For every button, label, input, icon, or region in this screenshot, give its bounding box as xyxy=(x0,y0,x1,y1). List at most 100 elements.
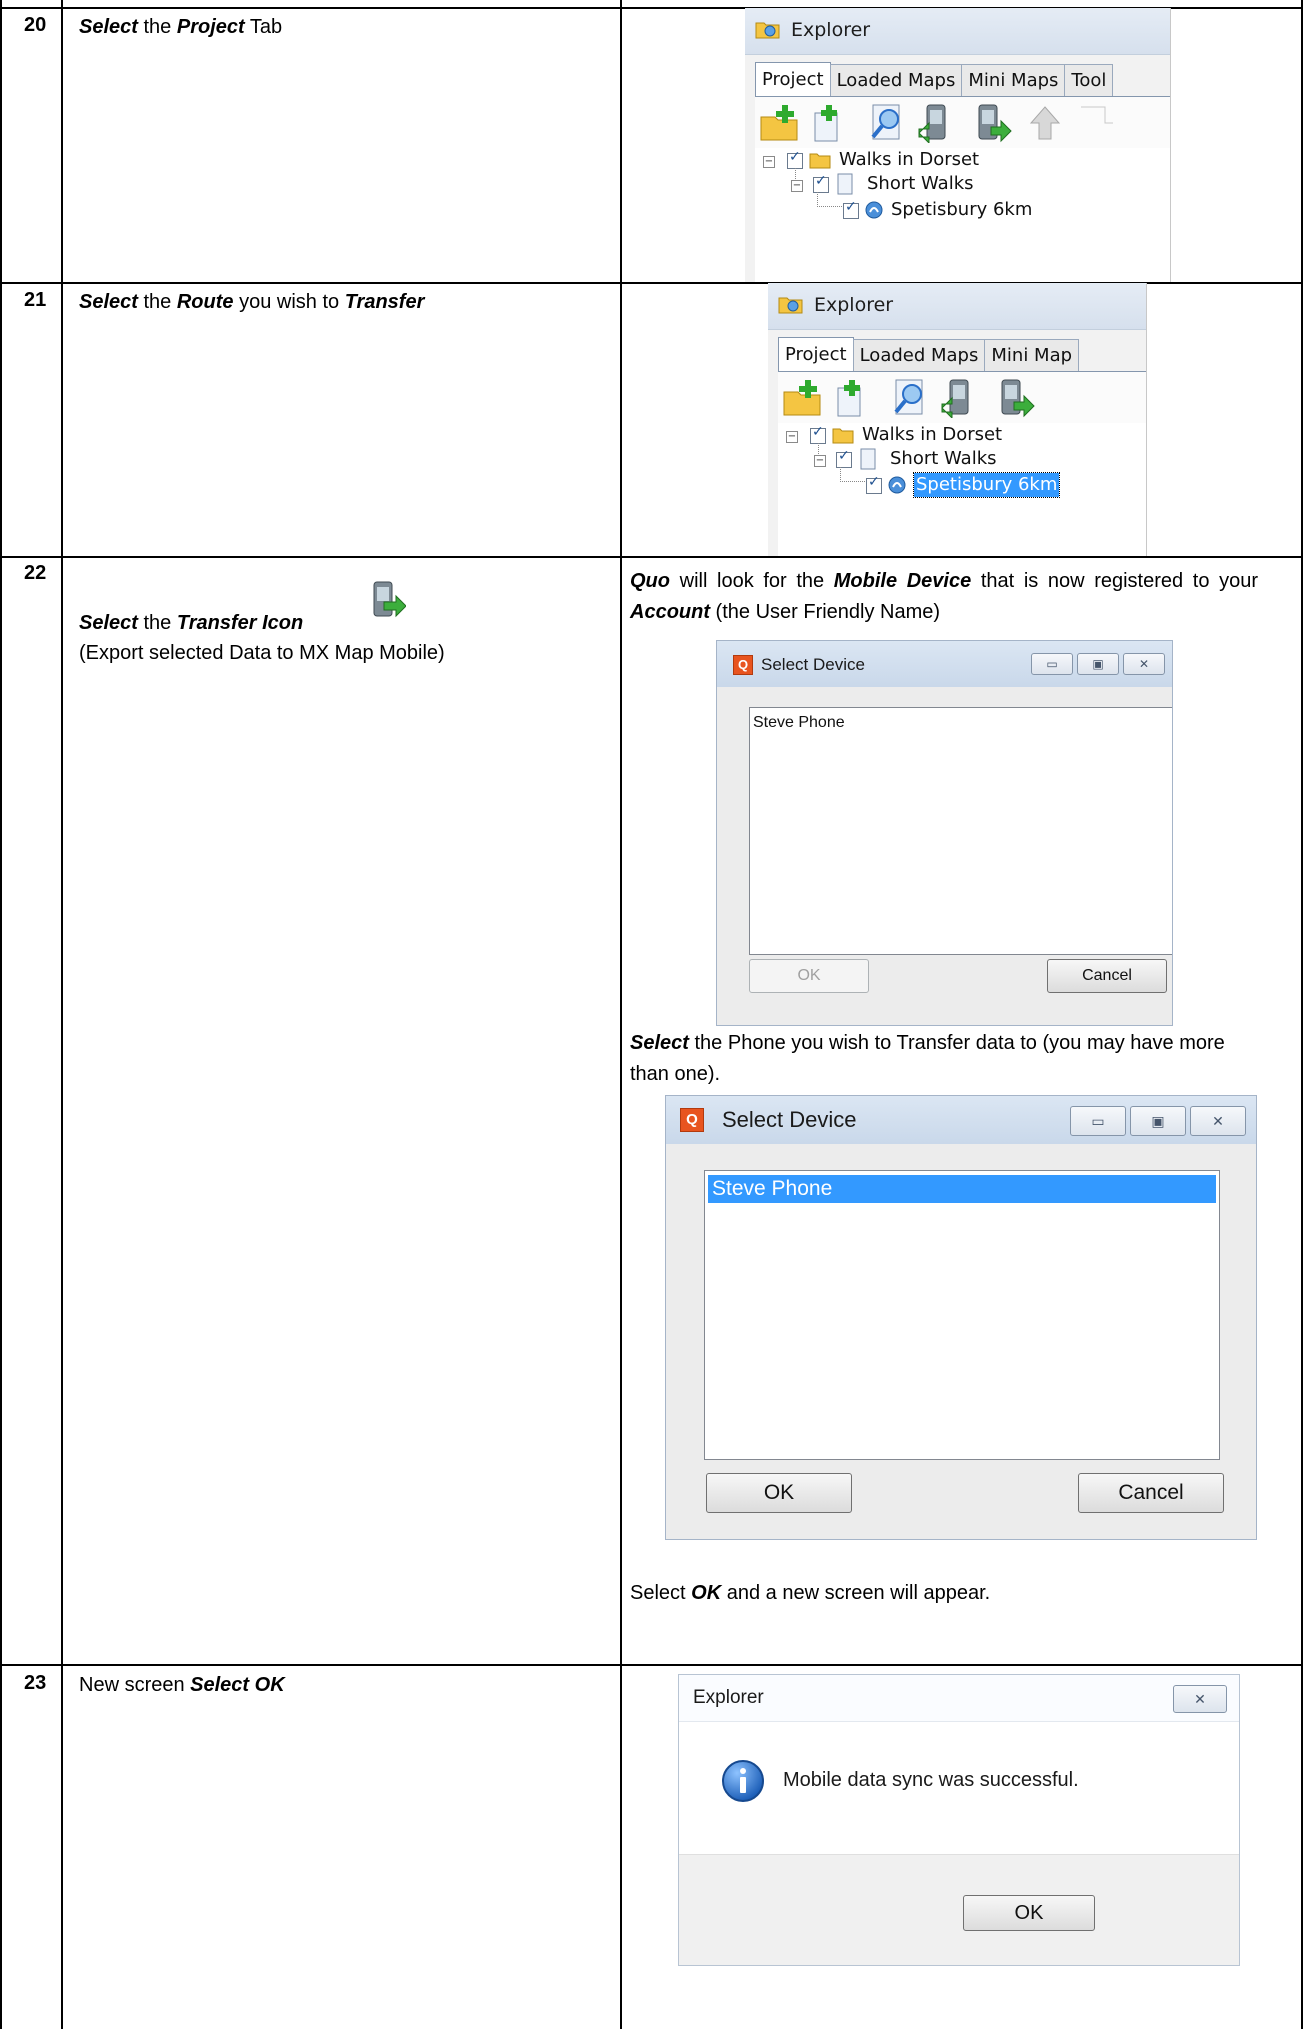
collapse-icon[interactable]: − xyxy=(763,156,775,168)
sync-success-dialog: Explorer ✕ Mobile data sync was successf… xyxy=(678,1674,1240,1966)
step-number: 20 xyxy=(24,14,47,36)
folder-icon xyxy=(809,153,831,169)
explorer-title: Explorer xyxy=(791,19,871,41)
dialog-title-bar: Explorer ✕ xyxy=(679,1675,1239,1722)
explorer-tabs: Project Loaded Maps Mini Map xyxy=(778,337,1080,372)
tab-project[interactable]: Project xyxy=(778,337,854,372)
project-tree: − Walks in Dorset − Short Walks Spetisbu… xyxy=(778,423,1146,556)
dialog-title-bar: Q Select Device ▭ ▣ ✕ xyxy=(666,1096,1256,1144)
step-subtext: (Export selected Data to MX Map Mobile) xyxy=(79,642,445,664)
checkbox-checked-icon[interactable] xyxy=(866,474,882,494)
step-instruction: New screen Select OK xyxy=(79,1674,285,1696)
transfer-icon[interactable] xyxy=(998,378,1038,418)
route-icon xyxy=(865,201,883,219)
table-border-left xyxy=(0,0,2,2029)
minimize-icon[interactable]: ▭ xyxy=(1070,1106,1126,1136)
explorer-toolbar xyxy=(778,371,1146,424)
description-paragraph: Select OK and a new screen will appear. xyxy=(630,1582,991,1604)
quo-logo-icon: Q xyxy=(733,655,753,675)
tab-loaded-maps[interactable]: Loaded Maps xyxy=(852,339,986,372)
quo-logo-icon: Q xyxy=(680,1108,704,1132)
move-down-icon[interactable] xyxy=(1073,103,1113,143)
tree-item-route-selected[interactable]: Spetisbury 6km xyxy=(912,472,1061,498)
search-icon[interactable] xyxy=(890,378,930,418)
explorer-title: Explorer xyxy=(814,294,894,316)
project-tree: − Walks in Dorset − Short Walks Spetisbu… xyxy=(755,148,1170,282)
search-icon[interactable] xyxy=(867,103,907,143)
checkbox-checked-icon[interactable] xyxy=(787,149,803,169)
close-icon[interactable]: ✕ xyxy=(1123,653,1165,675)
instruction-table: 20 21 22 23 Select the Project Tab Selec… xyxy=(0,0,1303,2029)
checkbox-checked-icon[interactable] xyxy=(813,173,829,193)
transfer-icon[interactable] xyxy=(975,103,1015,143)
import-from-mobile-icon[interactable] xyxy=(938,378,978,418)
tab-loaded-maps[interactable]: Loaded Maps xyxy=(829,64,963,97)
route-icon xyxy=(888,476,906,494)
collapse-icon[interactable]: − xyxy=(791,180,803,192)
ok-button[interactable]: OK xyxy=(749,959,869,993)
close-icon[interactable]: ✕ xyxy=(1190,1106,1246,1136)
device-list[interactable]: Steve Phone xyxy=(749,707,1172,955)
tab-mini-maps[interactable]: Mini Map xyxy=(984,339,1080,372)
row-separator xyxy=(0,556,1303,558)
dialog-footer: OK xyxy=(679,1854,1239,1965)
tab-tools[interactable]: Tool xyxy=(1064,64,1114,97)
new-file-icon[interactable] xyxy=(807,103,847,143)
select-device-dialog: Q Select Device ▭ ▣ ✕ Steve Phone OK Can… xyxy=(716,640,1173,1026)
explorer-tabs: Project Loaded Maps Mini Maps Tool xyxy=(755,62,1114,97)
new-file-icon[interactable] xyxy=(830,378,870,418)
collapse-icon[interactable]: − xyxy=(814,455,826,467)
folder-icon xyxy=(832,428,854,444)
dialog-title-bar: Q Select Device ▭ ▣ ✕ xyxy=(717,641,1172,687)
explorer-folder-icon xyxy=(778,297,803,314)
cancel-button[interactable]: Cancel xyxy=(1047,959,1167,993)
tree-connector xyxy=(840,467,867,482)
description-paragraph: Quo will look for the Mobile Device that… xyxy=(630,570,1258,623)
table-divider-number xyxy=(61,0,63,2029)
device-list-item[interactable]: Steve Phone xyxy=(753,712,1170,734)
tab-project[interactable]: Project xyxy=(755,62,831,97)
row-separator xyxy=(0,1664,1303,1666)
step-number: 23 xyxy=(24,1672,47,1694)
table-divider-content xyxy=(620,0,622,2029)
maximize-icon[interactable]: ▣ xyxy=(1130,1106,1186,1136)
ok-button[interactable]: OK xyxy=(706,1473,852,1513)
checkbox-checked-icon[interactable] xyxy=(836,448,852,468)
explorer-folder-icon xyxy=(755,22,780,39)
cancel-button[interactable]: Cancel xyxy=(1078,1473,1224,1513)
description-paragraph: Select the Phone you wish to Transfer da… xyxy=(630,1032,1225,1085)
explorer-toolbar xyxy=(755,96,1170,149)
import-from-mobile-icon[interactable] xyxy=(915,103,955,143)
tab-mini-maps[interactable]: Mini Maps xyxy=(961,64,1066,97)
checkbox-checked-icon[interactable] xyxy=(810,424,826,444)
transfer-icon xyxy=(373,581,406,618)
dialog-title: Explorer xyxy=(693,1687,764,1708)
tree-item-project[interactable]: Walks in Dorset xyxy=(862,423,1002,447)
message-text: Mobile data sync was successful. xyxy=(783,1769,1079,1791)
tree-item-project[interactable]: Walks in Dorset xyxy=(839,148,979,172)
ok-button[interactable]: OK xyxy=(963,1895,1095,1931)
explorer-title-bar: Explorer xyxy=(768,283,1146,330)
explorer-panel: Explorer ProjectLoaded MapsMini Map − Wa… xyxy=(768,283,1147,556)
device-list-item-selected[interactable]: Steve Phone xyxy=(708,1175,1216,1203)
maximize-icon[interactable]: ▣ xyxy=(1077,653,1119,675)
device-list[interactable]: Steve Phone xyxy=(704,1170,1220,1460)
collapse-icon[interactable]: − xyxy=(786,431,798,443)
select-device-dialog: Q Select Device ▭ ▣ ✕ Steve Phone OK Can… xyxy=(665,1095,1257,1540)
info-icon xyxy=(722,1760,764,1802)
step-instruction: Select the Transfer Icon xyxy=(79,612,304,634)
checkbox-checked-icon[interactable] xyxy=(843,199,859,219)
explorer-title-bar: Explorer xyxy=(745,8,1170,55)
tree-item-route[interactable]: Spetisbury 6km xyxy=(891,198,1032,222)
close-icon[interactable]: ✕ xyxy=(1173,1685,1227,1713)
step-instruction: Select the Route you wish to Transfer xyxy=(79,291,425,313)
new-folder-icon[interactable] xyxy=(782,378,822,418)
move-up-icon[interactable] xyxy=(1025,103,1065,143)
tree-item-folder[interactable]: Short Walks xyxy=(890,447,997,471)
step-number: 21 xyxy=(24,289,47,311)
tree-connector xyxy=(817,192,844,207)
minimize-icon[interactable]: ▭ xyxy=(1031,653,1073,675)
new-folder-icon[interactable] xyxy=(759,103,799,143)
tree-item-folder[interactable]: Short Walks xyxy=(867,172,974,196)
dialog-title: Select Device xyxy=(761,655,865,674)
